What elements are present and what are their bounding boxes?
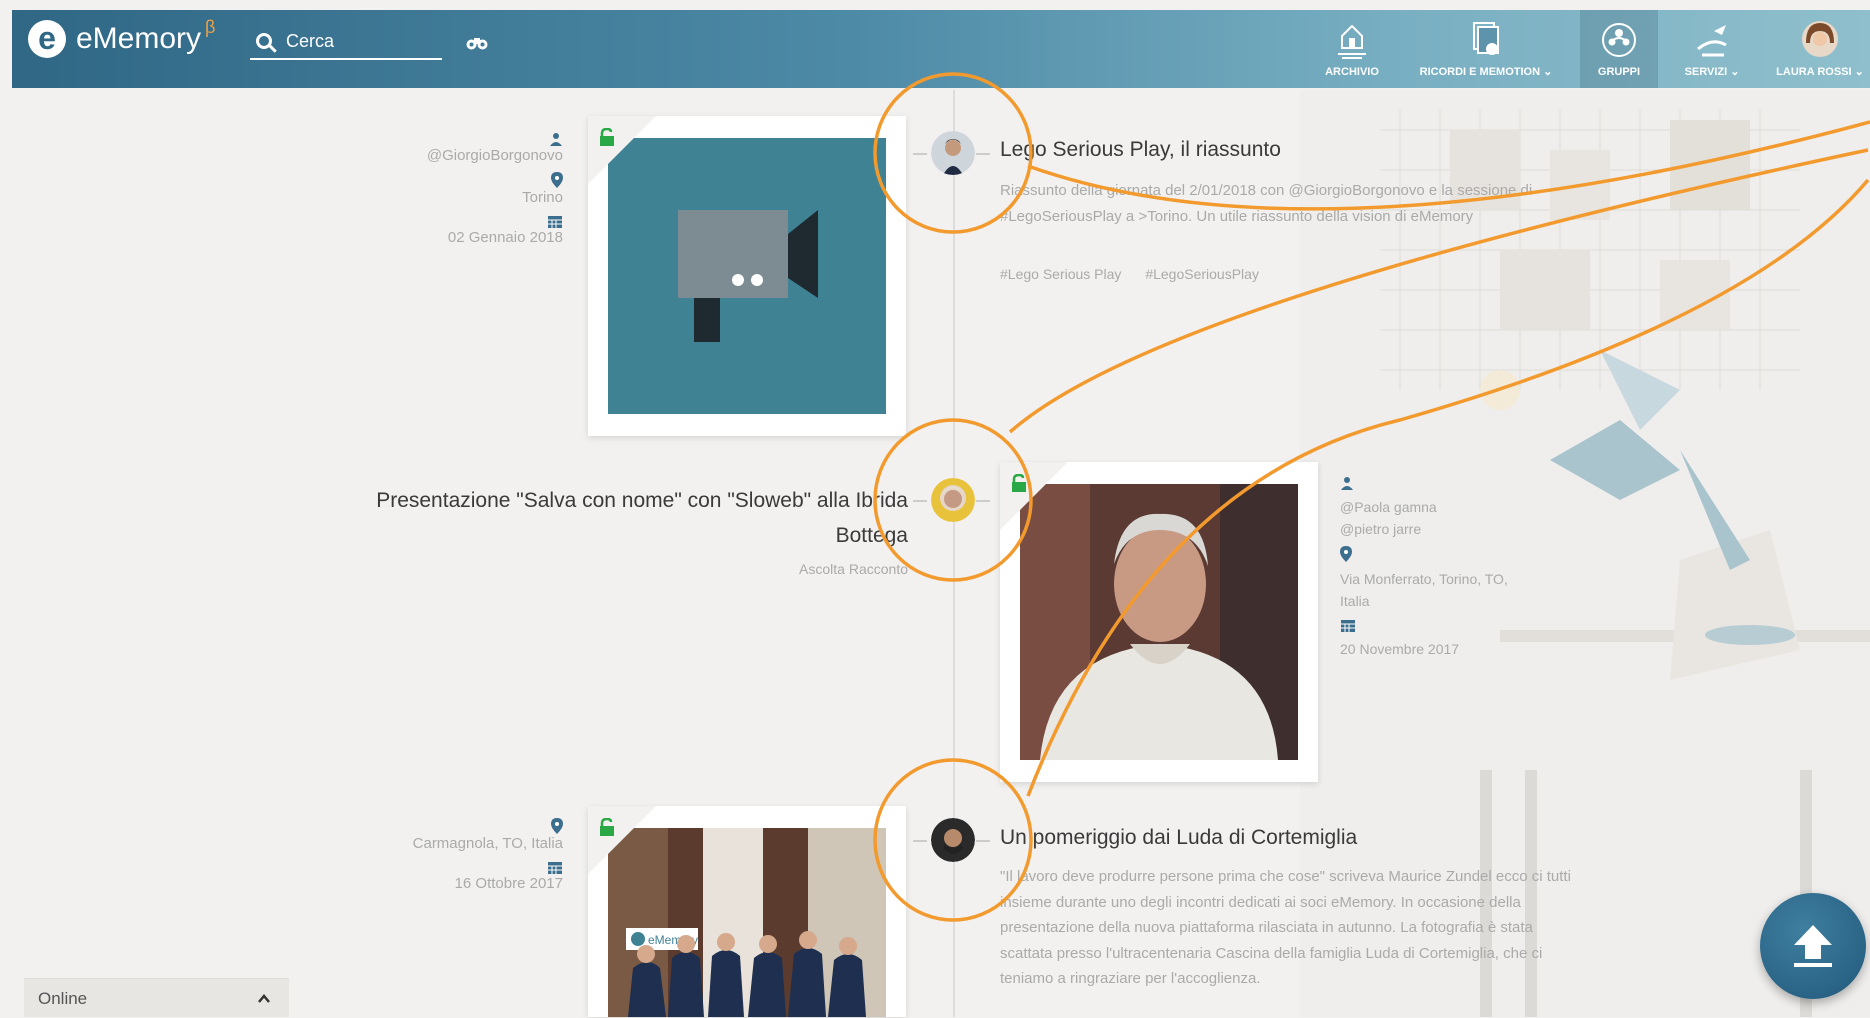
post-tag[interactable]: #LegoSeriousPlay [1145, 266, 1259, 282]
upload-button[interactable] [1760, 893, 1866, 999]
services-icon [1697, 25, 1727, 57]
upload-arrow-icon [1794, 925, 1832, 967]
timeline-tick [976, 500, 990, 502]
online-chat-bar[interactable]: Online [24, 978, 289, 1017]
post-tag[interactable]: #Lego Serious Play [1000, 266, 1121, 282]
archive-icon [1338, 24, 1366, 59]
post-meta: @Paola gamna @pietro jarre Via Monferrat… [1340, 474, 1540, 660]
lock-open-icon[interactable] [1011, 474, 1027, 492]
post-description: "Il lavoro deve produrre persone prima c… [1000, 868, 1571, 987]
nav-label: SERVIZI ⌄ [1684, 66, 1740, 78]
calendar-icon [548, 862, 562, 874]
post-media-card[interactable] [1000, 462, 1318, 782]
timeline-tick [913, 500, 927, 502]
post-date: 16 Ottobre 2017 [454, 875, 563, 892]
nav-user-menu[interactable]: LAURA ROSSI ⌄ [1770, 10, 1870, 88]
calendar-icon [548, 216, 562, 228]
nav-archivio[interactable]: ARCHIVIO [1310, 10, 1394, 88]
calendar-icon [1341, 620, 1355, 632]
memories-icon [1473, 22, 1499, 55]
post-date: 02 Gennaio 2018 [447, 229, 563, 246]
search-input[interactable] [284, 29, 428, 53]
person-icon [1341, 477, 1353, 490]
author-avatar[interactable] [931, 478, 975, 522]
post-location: Carmagnola, TO, Italia [412, 835, 563, 852]
post-person[interactable]: @Paola gamna [1340, 496, 1540, 518]
nav-label: RICORDI E MEMOTION ⌄ [1419, 66, 1553, 78]
nav-label: LAURA ROSSI ⌄ [1776, 66, 1864, 78]
corner-fold [588, 806, 656, 874]
nav-label: ARCHIVIO [1325, 66, 1379, 78]
post-meta: @GiorgioBorgonovo Torino 02 Gennaio 2018 [427, 126, 563, 248]
chevron-up-icon[interactable] [257, 979, 271, 1018]
location-pin-icon [551, 172, 563, 188]
post-tags: #Lego Serious Play #LegoSeriousPlay [1000, 266, 1279, 282]
logo-e-icon: e [28, 20, 66, 58]
lock-open-icon[interactable] [599, 128, 615, 146]
post-location: Torino [522, 189, 563, 206]
post-description: Riassunto della giornata del 2/01/2018 c… [1000, 182, 1533, 225]
nav-ricordi-e-memotion[interactable]: RICORDI E MEMOTION ⌄ [1408, 10, 1564, 88]
search-box[interactable] [250, 24, 442, 60]
author-avatar[interactable] [931, 818, 975, 862]
corner-fold [588, 116, 656, 184]
post-meta: Carmagnola, TO, Italia 16 Ottobre 2017 [413, 812, 563, 894]
listen-story-link[interactable]: Ascolta Racconto [720, 558, 908, 580]
nav-label: GRUPPI [1597, 66, 1641, 78]
beta-badge: β [205, 16, 216, 37]
post-title[interactable]: Lego Serious Play, il riassunto [1000, 138, 1281, 162]
timeline-line [953, 90, 955, 1017]
post-date: 20 Novembre 2017 [1340, 641, 1460, 657]
nav-gruppi[interactable]: GRUPPI [1580, 10, 1658, 88]
post-media-card[interactable] [588, 116, 906, 436]
timeline-tick [976, 840, 990, 842]
post-location: Via Monferrato, Torino, TO, Italia [1340, 571, 1508, 609]
search-icon[interactable] [256, 33, 272, 49]
groups-icon [1602, 23, 1636, 57]
brand-name: eMemory [76, 22, 202, 55]
timeline-tick [913, 840, 927, 842]
corner-fold [1000, 462, 1068, 530]
author-avatar[interactable] [931, 131, 975, 175]
post-media-card[interactable]: eMemory [588, 806, 906, 1017]
timeline-tick [976, 153, 990, 155]
user-avatar [1802, 21, 1838, 57]
person-icon [550, 133, 562, 146]
timeline-tick [913, 153, 927, 155]
post-title[interactable]: Presentazione "Salva con nome" con "Slow… [320, 483, 908, 553]
location-pin-icon [551, 818, 563, 834]
lock-open-icon[interactable] [599, 818, 615, 836]
ememory-logo[interactable]: e eMemory β [28, 16, 216, 58]
post-author[interactable]: @GiorgioBorgonovo [427, 147, 563, 164]
post-title[interactable]: Un pomeriggio dai Luda di Cortemiglia [1000, 826, 1357, 850]
location-pin-icon [1340, 546, 1352, 562]
chat-status: Online [38, 989, 88, 1008]
post-person[interactable]: @pietro jarre [1340, 518, 1540, 540]
nav-servizi[interactable]: SERVIZI ⌄ [1672, 10, 1752, 88]
binoculars-icon[interactable] [466, 36, 488, 50]
